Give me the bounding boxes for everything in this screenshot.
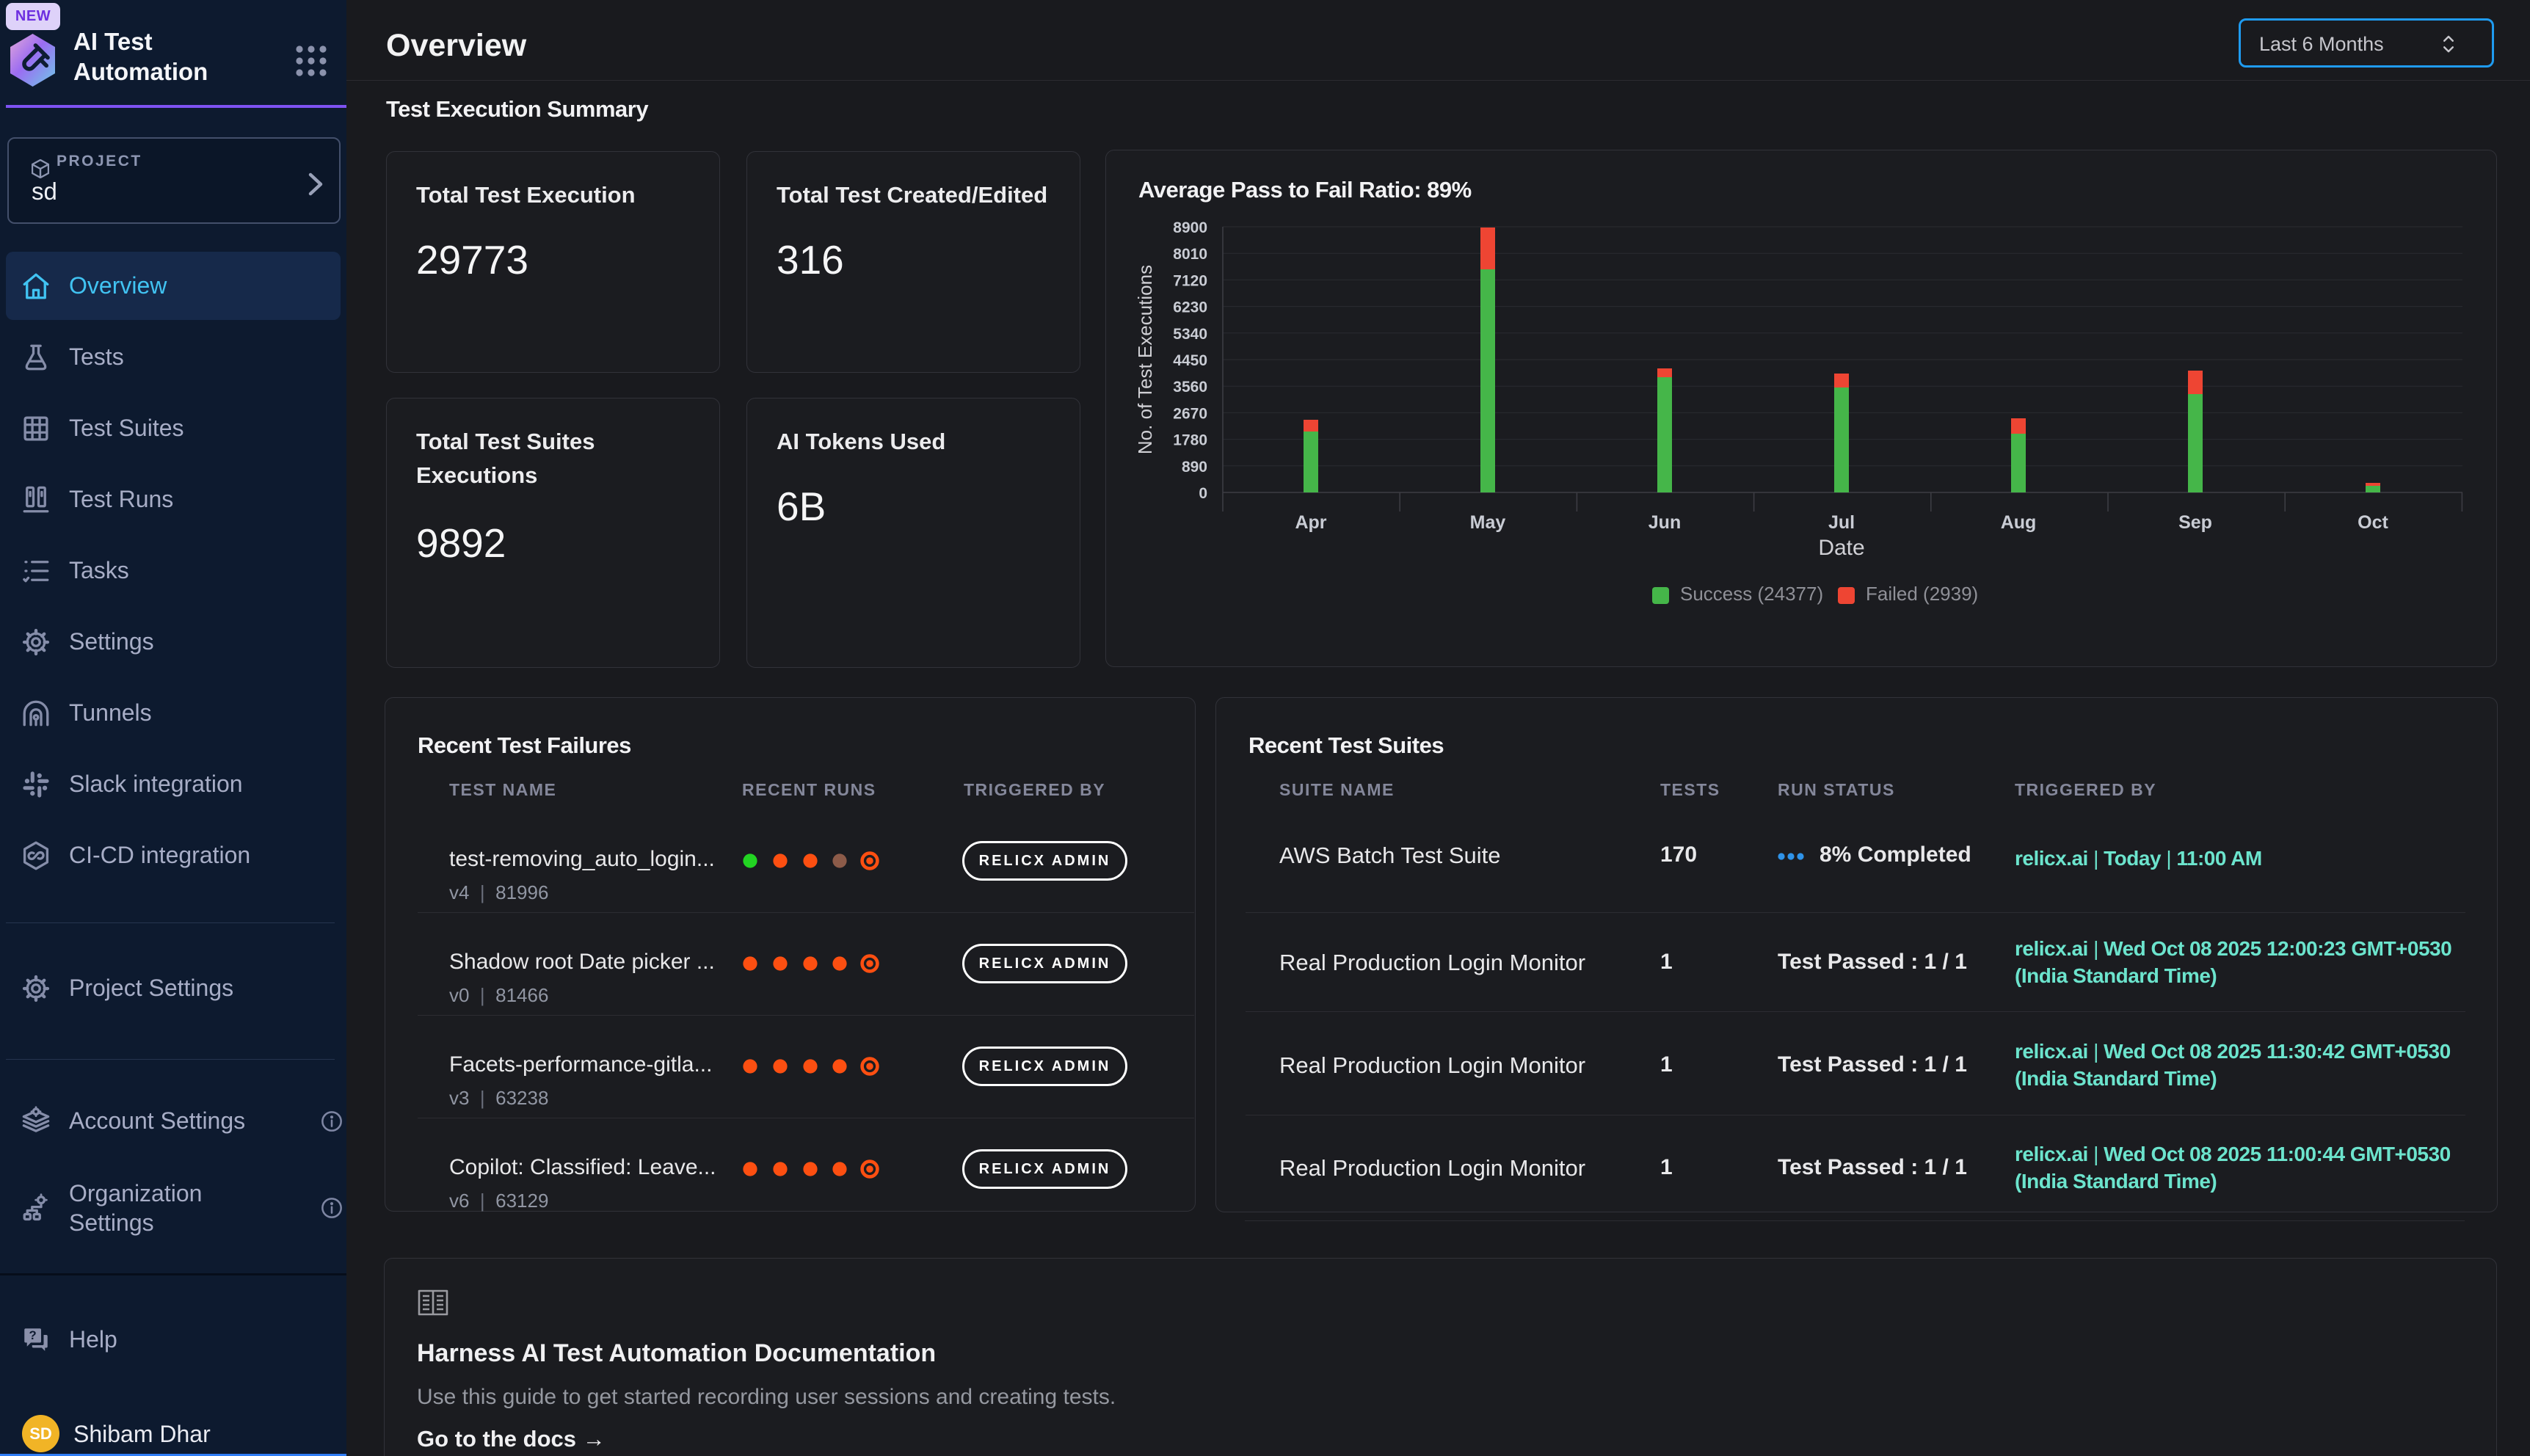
- svg-text:No. of Test Executions: No. of Test Executions: [1134, 265, 1156, 454]
- svg-text:8010: 8010: [1173, 246, 1207, 263]
- svg-text:May: May: [1470, 512, 1506, 533]
- svg-text:Success (24377): Success (24377): [1680, 583, 1823, 605]
- svg-text:2670: 2670: [1173, 405, 1207, 422]
- svg-text:7120: 7120: [1173, 272, 1207, 289]
- svg-text:3560: 3560: [1173, 379, 1207, 396]
- svg-text:8900: 8900: [1173, 219, 1207, 236]
- svg-text:Jun: Jun: [1649, 512, 1681, 533]
- svg-text:Apr: Apr: [1295, 512, 1326, 533]
- svg-text:Jul: Jul: [1828, 512, 1855, 533]
- svg-text:6230: 6230: [1173, 299, 1207, 316]
- svg-text:1780: 1780: [1173, 432, 1207, 449]
- svg-text:Oct: Oct: [2358, 512, 2388, 533]
- svg-text:Aug: Aug: [2001, 512, 2037, 533]
- svg-text:0: 0: [1199, 485, 1207, 502]
- svg-text:Failed (2939): Failed (2939): [1866, 583, 1978, 605]
- svg-text:Sep: Sep: [2178, 512, 2212, 533]
- svg-text:5340: 5340: [1173, 326, 1207, 343]
- svg-text:4450: 4450: [1173, 352, 1207, 369]
- svg-text:Date: Date: [1818, 536, 1864, 560]
- svg-text:?: ?: [29, 1328, 37, 1342]
- svg-text:890: 890: [1182, 459, 1207, 476]
